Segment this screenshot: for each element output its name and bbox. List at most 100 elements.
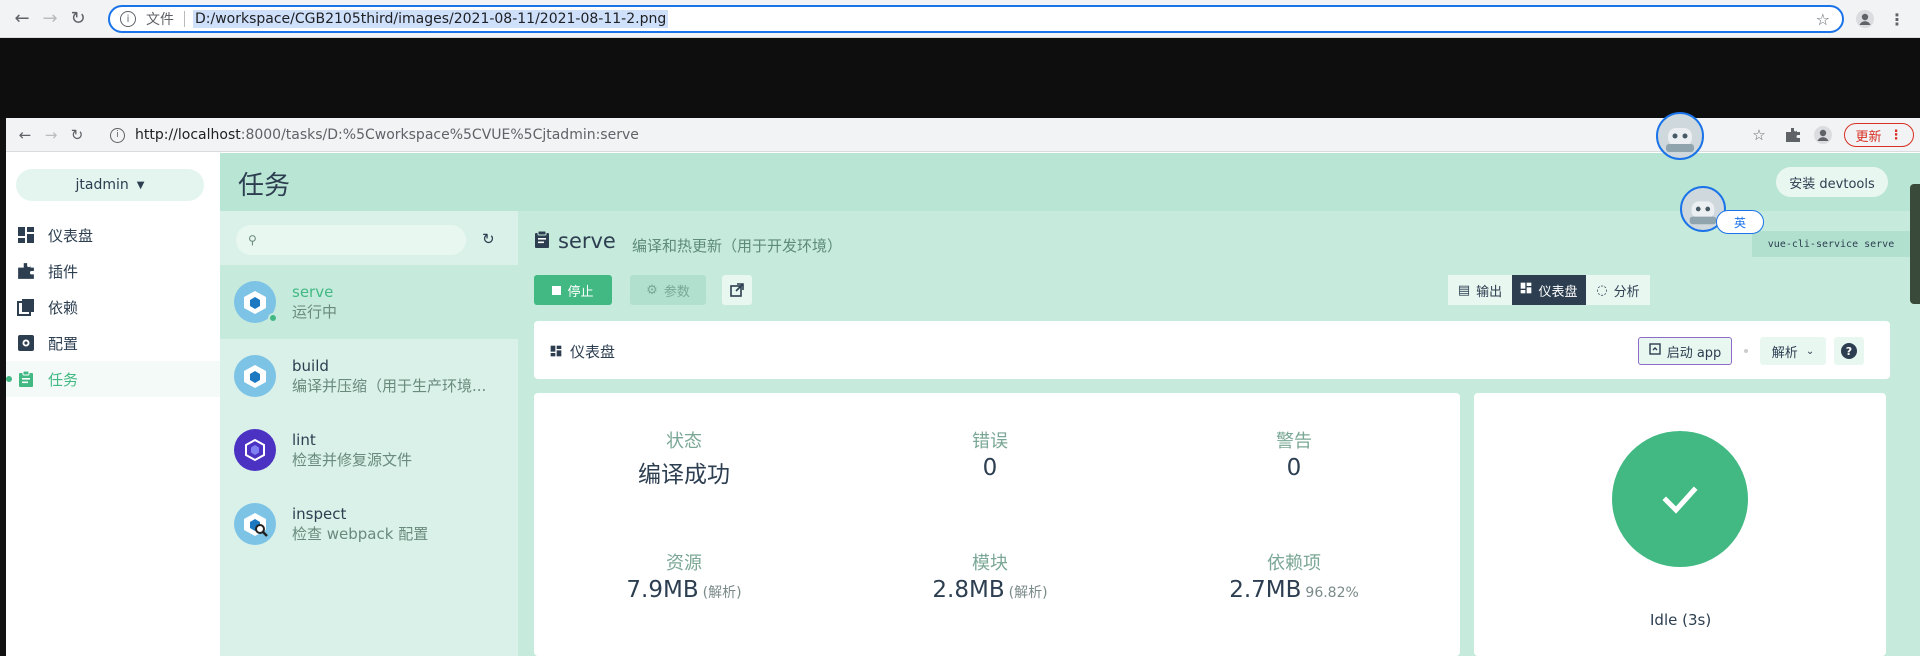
build-status-card: Idle (3s): [1474, 393, 1886, 656]
stat-note: (解析): [702, 585, 742, 601]
stat-value: 0: [1144, 455, 1444, 481]
build-stats-card: 状态 编译成功 错误 0 警告 0 资源 7.9MB (解析) 模块 2.8MB…: [534, 393, 1460, 656]
webpack-inspect-icon: [234, 503, 276, 545]
refresh-icon[interactable]: ↻: [482, 230, 495, 248]
stat-label: 依赖项: [1267, 553, 1321, 574]
tab-analyze[interactable]: ◌ 分析: [1586, 275, 1650, 305]
launch-app-button[interactable]: 启动 app: [1638, 337, 1732, 365]
inner-address-bar[interactable]: i http://localhost:8000/tasks/D:%5Cworks…: [110, 122, 1670, 148]
stat-value-text: 0: [982, 455, 998, 481]
sidebar: jtadmin ▼ 仪表盘 插件 依赖 配置 任务: [6, 153, 220, 656]
back-icon[interactable]: ←: [12, 122, 38, 148]
eslint-icon: [234, 429, 276, 471]
stat-label: 状态: [666, 431, 702, 452]
forward-icon[interactable]: →: [36, 5, 64, 33]
stop-button[interactable]: 停止: [534, 275, 612, 305]
tab-dashboard-label: 仪表盘: [1538, 284, 1578, 300]
main-content: 任务 安装 devtools ⚲ ↻ serve 运行中 build 编译并压缩…: [220, 153, 1920, 656]
inner-browser-toolbar: ← → ↻ i http://localhost:8000/tasks/D:%5…: [6, 118, 1920, 152]
parameters-button[interactable]: ⚙ 参数: [630, 275, 706, 305]
sidebar-item-dependencies[interactable]: 依赖: [6, 289, 220, 325]
tab-output[interactable]: ▤ 输出: [1448, 275, 1512, 305]
open-app-icon: [1648, 343, 1661, 359]
analyze-dropdown[interactable]: 解析 ⌄: [1760, 337, 1826, 365]
caret-down-icon: ▼: [136, 179, 145, 191]
task-item-lint[interactable]: lint 检查并修复源文件: [220, 413, 518, 487]
sidebar-item-label: 任务: [48, 370, 79, 389]
outer-address-bar[interactable]: i 文件 D:/workspace/CGB2105third/images/20…: [108, 5, 1844, 33]
webpack-cube-icon: [234, 281, 278, 323]
stat-modules: 模块 2.8MB (解析): [840, 549, 1140, 603]
install-devtools-button[interactable]: 安装 devtools: [1776, 167, 1888, 197]
separator-dot: [1744, 349, 1748, 353]
window-edge-strip: [1910, 184, 1920, 304]
bookmark-star-icon[interactable]: ☆: [1746, 122, 1772, 148]
reload-icon[interactable]: ↻: [64, 5, 92, 33]
stat-value-text: 7.9MB: [626, 577, 699, 603]
stat-warnings: 警告 0: [1144, 427, 1444, 481]
tab-dashboard[interactable]: 仪表盘: [1512, 275, 1586, 305]
dashboard-toolbar: 仪表盘 启动 app 解析 ⌄ ?: [534, 321, 1890, 379]
sidebar-item-tasks[interactable]: 任务: [6, 361, 220, 397]
sidebar-item-label: 配置: [48, 334, 79, 353]
tab-output-label: 输出: [1476, 284, 1503, 300]
menu-kebab-icon[interactable]: ⋮: [1884, 6, 1910, 32]
watermark: https://blog.csdn.net/AimerDaniel: [1658, 626, 1849, 641]
page-header: 任务 安装 devtools: [220, 153, 1920, 211]
task-description: 编译和热更新（用于开发环境）: [632, 237, 843, 255]
success-check-icon: [1612, 431, 1748, 567]
task-desc: 编译并压缩（用于生产环境...: [292, 376, 487, 395]
help-icon: ?: [1841, 343, 1857, 359]
forward-icon[interactable]: →: [38, 122, 64, 148]
sidebar-item-label: 仪表盘: [48, 226, 94, 245]
stat-value: 0: [840, 455, 1140, 481]
stat-note: (解析): [1008, 585, 1048, 601]
profile-icon[interactable]: [1852, 6, 1878, 32]
project-selector[interactable]: jtadmin ▼: [16, 169, 204, 201]
stat-value-text: 2.8MB: [932, 577, 1005, 603]
donut-chart-icon: ◌: [1596, 282, 1608, 298]
task-search-input[interactable]: ⚲: [236, 225, 466, 255]
stop-icon: [552, 285, 562, 295]
search-icon: ⚲: [248, 233, 257, 247]
task-name: build: [292, 356, 329, 375]
reload-icon[interactable]: ↻: [64, 122, 90, 148]
dashboard-icon: [16, 225, 36, 245]
divider: [184, 11, 185, 27]
info-icon[interactable]: i: [110, 127, 125, 143]
robot-avatar-icon[interactable]: [1656, 112, 1704, 160]
ime-language-indicator[interactable]: 英: [1716, 210, 1764, 234]
stat-errors: 错误 0: [840, 427, 1140, 481]
task-detail: serve 编译和热更新（用于开发环境） vue-cli-service ser…: [518, 211, 1920, 656]
task-name: inspect: [292, 504, 347, 523]
back-icon[interactable]: ←: [8, 5, 36, 33]
open-external-icon[interactable]: [722, 275, 752, 305]
inner-browser-window: ← → ↻ i http://localhost:8000/tasks/D:%5…: [6, 118, 1920, 656]
extensions-puzzle-icon[interactable]: [1780, 122, 1806, 148]
task-desc: 运行中: [292, 302, 338, 321]
chevron-down-icon: ⌄: [1805, 345, 1815, 357]
sidebar-item-dashboard[interactable]: 仪表盘: [6, 217, 220, 253]
update-button[interactable]: 更新 ⋮: [1844, 123, 1914, 147]
stat-status: 状态 编译成功: [534, 427, 834, 489]
url-path: :8000/tasks/D:%5Cworkspace%5CVUE%5Cjtadm…: [240, 127, 639, 143]
stat-value: 2.8MB (解析): [840, 577, 1140, 603]
task-title: serve: [534, 229, 616, 253]
active-indicator: [6, 376, 12, 382]
sidebar-item-configuration[interactable]: 配置: [6, 325, 220, 361]
task-item-serve[interactable]: serve 运行中: [220, 265, 518, 339]
task-command: vue-cli-service serve: [1752, 231, 1910, 257]
dashboard-label: 仪表盘: [550, 341, 615, 362]
task-item-build[interactable]: build 编译并压缩（用于生产环境...: [220, 339, 518, 413]
sidebar-item-plugins[interactable]: 插件: [6, 253, 220, 289]
stat-value-text: 2.7MB: [1229, 577, 1302, 603]
task-item-inspect[interactable]: inspect 检查 webpack 配置: [220, 487, 518, 561]
help-button[interactable]: ?: [1834, 337, 1864, 365]
outer-url-text[interactable]: D:/workspace/CGB2105third/images/2021-08…: [193, 10, 669, 28]
profile-icon[interactable]: [1810, 122, 1836, 148]
analyze-label: 解析: [1771, 345, 1798, 361]
info-icon[interactable]: i: [120, 11, 136, 27]
bookmark-star-icon[interactable]: ☆: [1816, 10, 1830, 29]
stop-label: 停止: [567, 284, 594, 300]
gear-icon: [16, 333, 36, 353]
